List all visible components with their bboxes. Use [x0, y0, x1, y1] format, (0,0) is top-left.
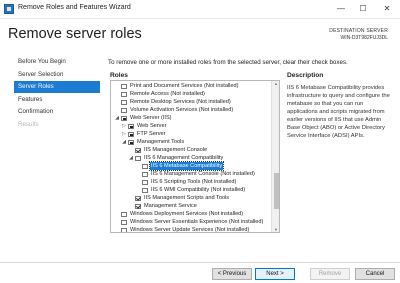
tree-item-label: Windows Server Essentials Experience (No…	[130, 219, 264, 225]
tree-item-label: IIS 6 Metabase Compatibility	[148, 161, 225, 171]
tree-item[interactable]: Volume Activation Services (Not installe…	[111, 106, 271, 114]
role-checkbox[interactable]	[142, 163, 148, 169]
tree-item-label: Management Tools	[137, 139, 185, 145]
tree-item-label: Volume Activation Services (Not installe…	[130, 107, 234, 113]
tree-item-label: IIS 6 WMI Compatibility (Not installed)	[151, 187, 246, 193]
description-header: Description	[287, 72, 324, 79]
tree-item[interactable]: IIS Management Scripts and Tools	[111, 194, 271, 202]
tree-item[interactable]: Print and Document Services (Not install…	[111, 82, 271, 90]
tree-item[interactable]: ◢ Management Tools	[111, 138, 271, 146]
tree-item[interactable]: ◢ IIS 6 Management Compatibility	[111, 154, 271, 162]
role-checkbox[interactable]	[121, 91, 127, 97]
tree-item-label: IIS Management Console	[144, 147, 208, 153]
footer-divider	[0, 262, 400, 263]
role-checkbox[interactable]	[121, 227, 127, 232]
close-icon[interactable]: ✕	[376, 0, 398, 18]
tree-item-selected[interactable]: IIS 6 Metabase Compatibility	[111, 161, 271, 171]
scrollbar-thumb[interactable]	[273, 173, 279, 209]
role-checkbox[interactable]	[135, 195, 141, 201]
tree-item[interactable]: IIS 6 Management Console (Not installed)	[111, 170, 271, 178]
tree-item-label: Web Server (IIS)	[130, 115, 172, 121]
tree-item[interactable]: ◢ Web Server (IIS)	[111, 114, 271, 122]
nav-item-server-roles[interactable]: Server Roles	[14, 81, 100, 93]
instruction-text: To remove one or more installed roles fr…	[108, 59, 348, 66]
tree-item-label: Remote Access (Not installed)	[130, 91, 205, 97]
tree-item-label: Windows Deployment Services (Not install…	[130, 211, 244, 217]
tree-item-label: FTP Server	[137, 131, 166, 137]
nav-item-before-you-begin[interactable]: Before You Begin	[14, 56, 100, 68]
role-checkbox[interactable]	[121, 83, 127, 89]
role-checkbox[interactable]	[121, 107, 127, 113]
role-checkbox[interactable]	[128, 123, 134, 129]
tree-item[interactable]: ▷ FTP Server	[111, 130, 271, 138]
tree-item-label: IIS Management Scripts and Tools	[144, 195, 230, 201]
role-checkbox[interactable]	[135, 203, 141, 209]
tree-item[interactable]: IIS 6 WMI Compatibility (Not installed)	[111, 186, 271, 194]
tree-item[interactable]: Windows Server Essentials Experience (No…	[111, 218, 271, 226]
tree-scrollbar[interactable]: ▲ ▼	[271, 81, 279, 232]
expand-icon[interactable]: ▷	[121, 130, 127, 138]
tree-item[interactable]: Remote Desktop Services (Not installed)	[111, 98, 271, 106]
role-checkbox[interactable]	[121, 219, 127, 225]
title-bar: Remove Roles and Features Wizard — ☐ ✕	[0, 0, 400, 19]
next-button[interactable]: Next >	[255, 268, 295, 280]
tree-item-label: Web Server	[137, 123, 167, 129]
roles-tree[interactable]: Windows Server Update Services (Not inst…	[110, 80, 280, 233]
expand-icon[interactable]: ▷	[121, 122, 127, 130]
tree-item[interactable]: IIS 6 Scripting Tools (Not installed)	[111, 178, 271, 186]
server-manager-icon	[4, 4, 14, 14]
wizard-nav: Before You Begin Server Selection Server…	[14, 56, 100, 131]
window-title: Remove Roles and Features Wizard	[18, 4, 131, 11]
tree-item-label: Remote Desktop Services (Not installed)	[130, 99, 231, 105]
nav-item-server-selection[interactable]: Server Selection	[14, 69, 100, 81]
roles-header: Roles	[110, 72, 128, 79]
nav-item-results: Results	[18, 120, 39, 128]
previous-button[interactable]: < Previous	[212, 268, 252, 280]
tree-item[interactable]: Remote Access (Not installed)	[111, 90, 271, 98]
role-checkbox[interactable]	[128, 131, 134, 137]
tree-item[interactable]: ▷ Web Server	[111, 122, 271, 130]
scroll-up-icon[interactable]: ▲	[272, 81, 279, 86]
maximize-icon[interactable]: ☐	[352, 0, 374, 18]
remove-button: Remove	[310, 268, 350, 280]
tree-item[interactable]: IIS Management Console	[111, 146, 271, 154]
nav-item-confirmation[interactable]: Confirmation	[14, 106, 100, 118]
collapse-icon[interactable]: ◢	[128, 154, 134, 162]
tree-item-label: IIS 6 Management Console (Not installed)	[151, 171, 255, 177]
role-checkbox[interactable]	[121, 211, 127, 217]
role-checkbox[interactable]	[121, 115, 127, 121]
tree-item-label: IIS 6 Scripting Tools (Not installed)	[151, 179, 237, 185]
role-checkbox[interactable]	[142, 171, 148, 177]
role-checkbox[interactable]	[135, 155, 141, 161]
tree-item-label: Management Service	[144, 203, 197, 209]
page-title: Remove server roles	[8, 26, 142, 42]
collapse-icon[interactable]: ◢	[121, 138, 127, 146]
role-checkbox[interactable]	[121, 99, 127, 105]
tree-item-label: Windows Server Update Services (Not inst…	[130, 227, 250, 233]
tree-item[interactable]: Management Service	[111, 202, 271, 210]
collapse-icon[interactable]: ◢	[114, 114, 120, 122]
role-checkbox[interactable]	[128, 139, 134, 145]
destination-server: WIN-D3T982FUJ3DL	[340, 35, 388, 41]
role-checkbox[interactable]	[135, 147, 141, 153]
tree-item-label: IIS 6 Management Compatibility	[144, 155, 224, 161]
tree-item[interactable]: Windows Server Update Services (Not inst…	[111, 226, 271, 233]
destination-label: DESTINATION SERVER	[329, 28, 388, 34]
description-text: IIS 6 Metabase Compatibility provides in…	[287, 85, 390, 139]
role-checkbox[interactable]	[142, 187, 148, 193]
tree-item[interactable]: Windows Deployment Services (Not install…	[111, 210, 271, 218]
tree-item-label: Print and Document Services (Not install…	[130, 83, 239, 89]
scroll-down-icon[interactable]: ▼	[272, 227, 279, 232]
role-checkbox[interactable]	[142, 179, 148, 185]
minimize-icon[interactable]: —	[330, 0, 352, 18]
cancel-button[interactable]: Cancel	[355, 268, 395, 280]
nav-item-features[interactable]: Features	[14, 94, 100, 106]
